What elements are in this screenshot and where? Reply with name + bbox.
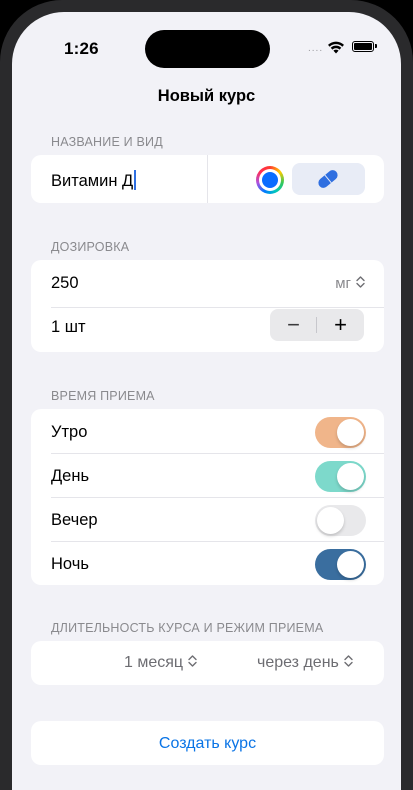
status-bar: 1:26 .... — [12, 12, 401, 72]
time-label-morning: Утро — [51, 423, 88, 441]
text-cursor — [134, 170, 137, 190]
chevron-up-down-icon — [344, 655, 353, 669]
unit-picker[interactable]: мг — [335, 275, 365, 292]
dosage-card: 250 мг 1 шт − + — [31, 260, 384, 352]
form-picker-button[interactable] — [292, 163, 365, 195]
toggle-day[interactable] — [315, 461, 366, 492]
duration-picker[interactable]: 1 месяц — [124, 654, 197, 672]
name-card: Витамин Д — [31, 155, 384, 203]
increment-button[interactable]: + — [317, 309, 364, 341]
create-course-label: Создать курс — [158, 735, 257, 752]
device-frame: 1:26 .... Новый курс НАЗВАНИЕ И ВИД Вита… — [0, 0, 413, 790]
screen: 1:26 .... Новый курс НАЗВАНИЕ И ВИД Вита… — [12, 12, 401, 790]
quantity-stepper[interactable]: − + — [270, 309, 364, 341]
unit-value: мг — [335, 275, 351, 292]
time-card: Утро День Вечер Ночь — [31, 409, 384, 585]
quantity-label: 1 шт — [51, 318, 86, 336]
color-picker-button[interactable] — [256, 166, 284, 194]
mode-picker[interactable]: через день — [257, 654, 353, 672]
chevron-up-down-icon — [356, 276, 365, 290]
row-separator — [51, 307, 384, 308]
pill-icon — [318, 170, 338, 188]
mode-value: через день — [257, 654, 339, 671]
dynamic-island — [145, 30, 270, 68]
toggle-night[interactable] — [315, 549, 366, 580]
name-field[interactable]: Витамин Д — [51, 170, 137, 191]
wifi-icon — [328, 41, 344, 54]
section-label-name: НАЗВАНИЕ И ВИД — [51, 135, 163, 149]
row-separator — [51, 541, 384, 542]
dosage-amount-field[interactable]: 250 — [51, 274, 79, 293]
toggle-knob — [337, 551, 364, 578]
divider — [207, 155, 208, 203]
section-label-duration: ДЛИТЕЛЬНОСТЬ КУРСА И РЕЖИМ ПРИЕМА — [51, 621, 324, 635]
toggle-morning[interactable] — [315, 417, 366, 448]
section-label-dosage: ДОЗИРОВКА — [51, 240, 130, 254]
toggle-evening[interactable] — [315, 505, 366, 536]
status-time: 1:26 — [64, 39, 99, 58]
chevron-up-down-icon — [188, 655, 197, 669]
duration-value: 1 месяц — [124, 654, 184, 671]
toggle-knob — [337, 463, 364, 490]
create-course-button[interactable]: Создать курс — [31, 721, 384, 765]
decrement-button[interactable]: − — [270, 309, 317, 341]
battery-icon — [352, 41, 377, 52]
time-label-night: Ночь — [51, 555, 89, 573]
signal-icon: .... — [308, 43, 324, 54]
name-value: Витамин Д — [51, 172, 134, 190]
row-separator — [51, 497, 384, 498]
duration-card: 1 месяц через день — [31, 641, 384, 685]
toggle-knob — [337, 419, 364, 446]
page-title: Новый курс — [157, 87, 256, 105]
section-label-time: ВРЕМЯ ПРИЕМА — [51, 389, 155, 403]
toggle-knob — [317, 507, 344, 534]
time-label-evening: Вечер — [51, 511, 98, 529]
time-label-day: День — [51, 467, 90, 485]
selected-color-dot — [262, 172, 278, 188]
row-separator — [51, 453, 384, 454]
